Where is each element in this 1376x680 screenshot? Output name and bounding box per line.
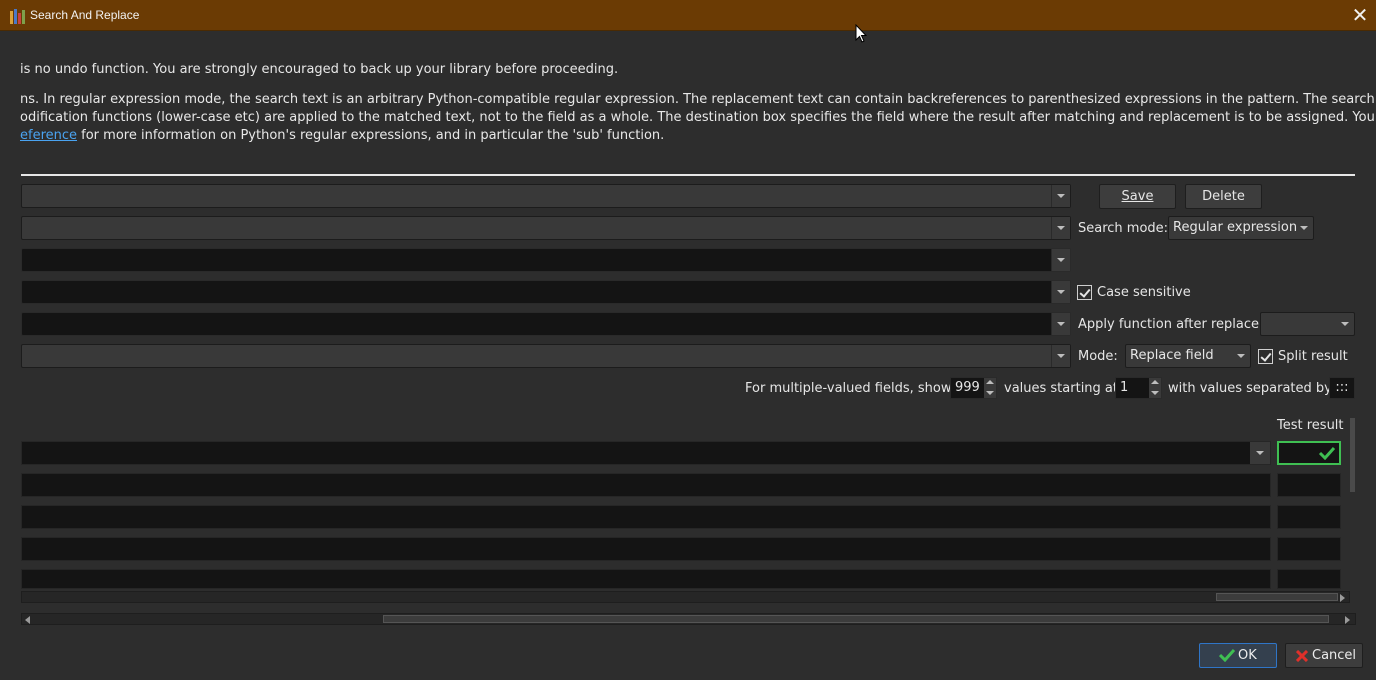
scroll-left-icon[interactable] — [25, 616, 30, 624]
apply-function-label: Apply function after replace: — [1078, 317, 1264, 332]
check-icon — [1318, 446, 1336, 460]
test-result-field[interactable] — [1277, 537, 1341, 561]
chevron-down-icon[interactable] — [1051, 249, 1070, 271]
scrollbar-thumb[interactable] — [1216, 593, 1338, 601]
save-button[interactable]: Save — [1099, 184, 1176, 209]
chevron-down-icon[interactable] — [1051, 217, 1070, 239]
dialog-horizontal-scrollbar[interactable] — [21, 613, 1356, 625]
help-text-line: ns. In regular expression mode, the sear… — [20, 92, 1376, 107]
test-text-input[interactable] — [21, 569, 1271, 589]
starting-at-label: values starting at — [1004, 381, 1118, 396]
spin-arrows-icon[interactable] — [1149, 378, 1161, 398]
saved-searches-combo[interactable] — [21, 184, 1071, 208]
test-result-header: Test result — [1277, 418, 1344, 433]
mode-label: Mode: — [1078, 349, 1118, 364]
test-text-input[interactable] — [21, 505, 1271, 529]
scrollbar-thumb[interactable] — [383, 615, 1329, 623]
separated-by-label: with values separated by — [1168, 381, 1332, 396]
search-field-combo[interactable] — [21, 216, 1071, 240]
test-text-input[interactable] — [21, 537, 1271, 561]
chevron-down-icon[interactable] — [1051, 345, 1070, 367]
scrollbar-thumb[interactable] — [1350, 418, 1355, 492]
scroll-right-icon[interactable] — [1340, 594, 1345, 602]
chevron-down-icon[interactable] — [1250, 442, 1270, 464]
case-sensitive-label: Case sensitive — [1097, 285, 1191, 300]
test-horizontal-scrollbar[interactable] — [21, 591, 1350, 603]
test-text-input[interactable] — [21, 441, 1271, 465]
title-bar[interactable]: Search And Replace ✕ — [0, 0, 1376, 31]
case-sensitive-checkbox[interactable] — [1077, 285, 1092, 300]
split-result-checkbox[interactable] — [1258, 349, 1273, 364]
replace-with-input[interactable] — [21, 280, 1071, 304]
python-reference-link[interactable]: eference — [20, 128, 77, 143]
mouse-cursor-icon — [855, 24, 867, 43]
test-vertical-scrollbar[interactable] — [1349, 406, 1357, 590]
warning-text: is no undo function. You are strongly en… — [20, 62, 619, 77]
chevron-down-icon — [1295, 217, 1313, 239]
help-text-tail: for more information on Python's regular… — [77, 128, 665, 143]
calibre-app-icon — [9, 8, 25, 24]
test-text-input[interactable] — [21, 473, 1271, 497]
chevron-down-icon[interactable] — [1051, 281, 1070, 303]
check-icon — [1219, 649, 1235, 662]
search-for-input[interactable] — [21, 248, 1071, 272]
destination-field-combo[interactable] — [21, 344, 1071, 368]
search-mode-select[interactable]: Regular expression — [1168, 216, 1314, 240]
delete-button[interactable]: Delete — [1185, 184, 1262, 209]
test-result-field[interactable] — [1277, 473, 1341, 497]
chevron-down-icon — [1232, 345, 1250, 367]
cancel-button[interactable]: Cancel — [1285, 643, 1363, 668]
window-title: Search And Replace — [30, 8, 140, 22]
separator-input[interactable]: ::: — [1329, 377, 1355, 399]
split-result-label: Split result — [1278, 349, 1348, 364]
chevron-down-icon[interactable] — [1051, 185, 1070, 207]
cancel-x-icon — [1296, 650, 1308, 662]
search-mode-label: Search mode: — [1078, 221, 1169, 236]
test-result-field[interactable] — [1277, 505, 1341, 529]
scroll-right-icon[interactable] — [1345, 616, 1350, 624]
show-count-spinbox[interactable]: 999 — [950, 377, 997, 399]
multi-show-label: For multiple-valued fields, show — [745, 381, 952, 396]
ok-button[interactable]: OK — [1199, 643, 1277, 668]
separator-line — [21, 174, 1355, 176]
test-result-field[interactable] — [1277, 569, 1341, 589]
text-input[interactable] — [21, 312, 1071, 336]
apply-function-select[interactable] — [1260, 312, 1355, 336]
mode-select[interactable]: Replace field — [1125, 344, 1251, 368]
spin-arrows-icon[interactable] — [984, 378, 996, 398]
start-index-spinbox[interactable]: 1 — [1115, 377, 1162, 399]
close-icon[interactable]: ✕ — [1351, 4, 1369, 26]
chevron-down-icon — [1336, 313, 1354, 335]
help-text-line: odification functions (lower-case etc) a… — [20, 110, 1376, 125]
chevron-down-icon[interactable] — [1051, 313, 1070, 335]
test-result-field[interactable] — [1277, 441, 1341, 465]
help-text-line: eference for more information on Python'… — [20, 128, 664, 143]
